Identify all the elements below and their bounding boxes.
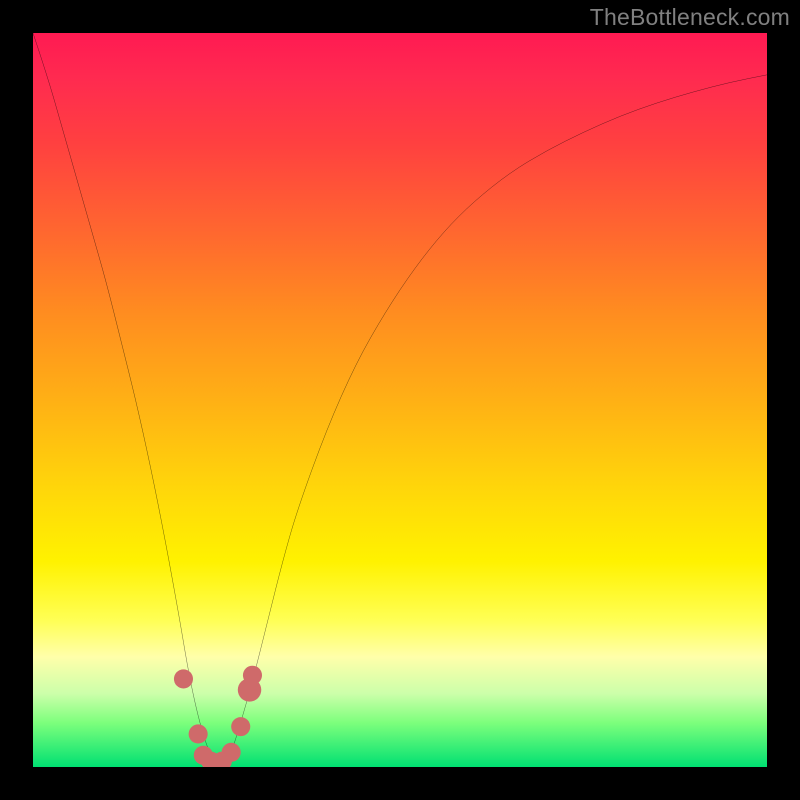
bottleneck-curve-svg [33,33,767,767]
data-point-marker [243,666,262,685]
plot-area [33,33,767,767]
watermark-text: TheBottleneck.com [590,4,790,31]
data-point-marker [231,717,250,736]
chart-frame: TheBottleneck.com [0,0,800,800]
bottleneck-curve-path [33,33,767,763]
data-point-markers [174,666,262,767]
data-point-marker [222,743,241,762]
data-point-marker [174,669,193,688]
data-point-marker [189,724,208,743]
